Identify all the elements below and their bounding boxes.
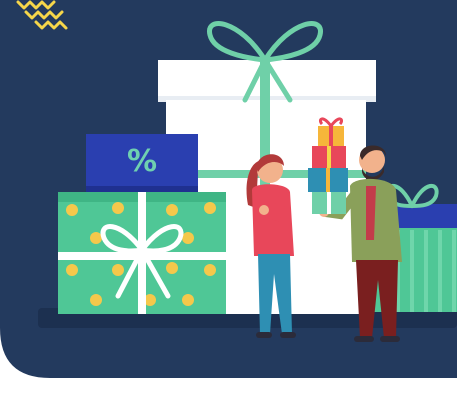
discount-percent-label: % xyxy=(126,144,158,179)
gift-shopping-illustration xyxy=(0,0,457,378)
